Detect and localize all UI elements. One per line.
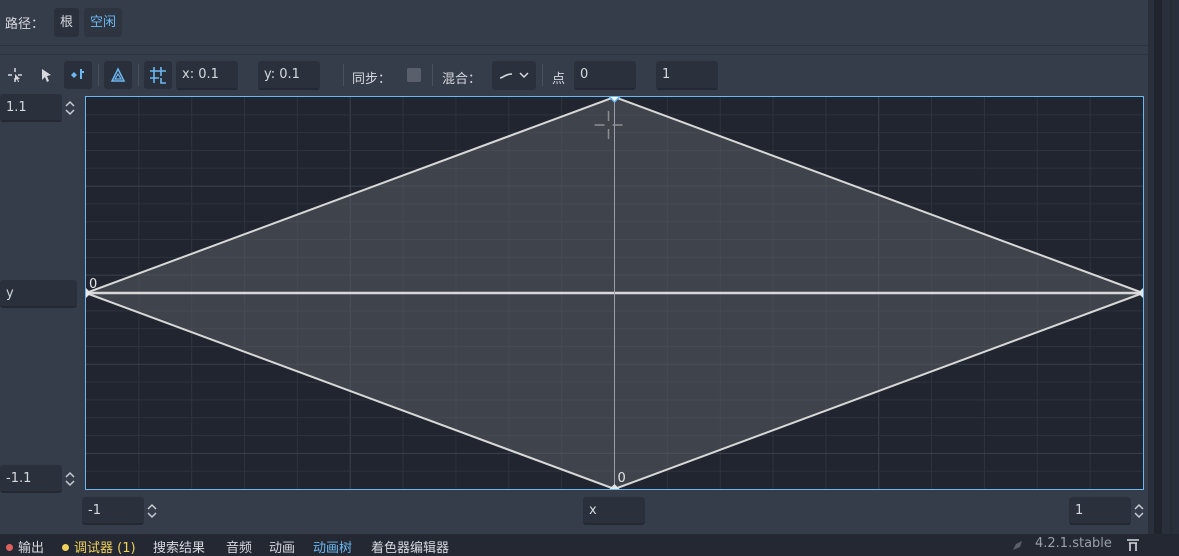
- tab-animation-tree[interactable]: 动画树: [313, 537, 352, 556]
- toolbar-separator: [343, 64, 344, 86]
- version-label: 4.2.1.stable: [1035, 536, 1112, 551]
- bottom-panel-tabs: 输出 调试器 (1) 搜索结果 音频 动画 动画树 着色器编辑器 4.2.1.s…: [0, 534, 1179, 556]
- sync-checkbox[interactable]: [407, 68, 421, 82]
- error-dot-icon: [6, 544, 13, 551]
- min-x-field[interactable]: -1: [82, 497, 144, 525]
- update-spinner-icon: [1013, 541, 1022, 550]
- snap-grid-icon[interactable]: [144, 61, 172, 89]
- sync-label: 同步：: [352, 72, 392, 87]
- min-x-spin-arrows[interactable]: [147, 502, 157, 520]
- max-y-field[interactable]: 1.1: [0, 94, 62, 122]
- max-x-spin-arrows[interactable]: [1134, 502, 1144, 520]
- min-y-spin-arrows[interactable]: [65, 470, 75, 488]
- side-dock-gutter: [1148, 0, 1179, 534]
- tab-debugger[interactable]: 调试器 (1): [62, 537, 136, 556]
- blend-toolbar: x: 0.1 y: 0.1 同步： 混合： 点 0 1: [0, 60, 1148, 144]
- path-crumb-root[interactable]: 根: [54, 8, 80, 37]
- create-triangles-icon[interactable]: [104, 61, 132, 89]
- blend-point: [1138, 288, 1143, 298]
- point-index-field[interactable]: 0: [574, 61, 636, 90]
- side-scrollbar[interactable]: [1154, 0, 1162, 534]
- blend-label: 混合：: [442, 72, 482, 87]
- y-axis-name-field[interactable]: y: [0, 280, 77, 308]
- blend-space-plot[interactable]: 00: [86, 97, 1143, 489]
- toolbar-separator: [98, 64, 99, 86]
- blend-point-label: 0: [618, 471, 626, 486]
- create-points-icon[interactable]: [64, 61, 92, 89]
- toolbar-separator: [138, 64, 139, 86]
- blend-space-canvas[interactable]: 00: [85, 96, 1144, 490]
- max-x-field[interactable]: 1: [1069, 497, 1131, 525]
- dock-divider: [1170, 0, 1172, 534]
- x-axis-name-field[interactable]: x: [583, 497, 645, 525]
- snap-y-field[interactable]: y: 0.1: [258, 61, 320, 90]
- blend-point-label: 0: [89, 277, 97, 292]
- select-points-icon[interactable]: [1, 61, 29, 89]
- path-label: 路径：: [5, 17, 45, 32]
- path-crumb-idle[interactable]: 空闲: [84, 8, 123, 37]
- collapse-panel-icon[interactable]: [1126, 538, 1140, 552]
- tab-audio[interactable]: 音频: [226, 537, 252, 556]
- animation-tree-editor: 路径： 根 空闲 x: 0.1 y: 0.1 同步： 混合： 点 0 1 1.1…: [0, 0, 1148, 534]
- blend-curve-icon: [499, 72, 529, 79]
- tab-output[interactable]: 输出: [6, 537, 44, 556]
- toolbar-separator: [542, 64, 543, 86]
- divider: [0, 54, 1148, 55]
- max-y-spin-arrows[interactable]: [65, 99, 75, 117]
- select-cursor-icon[interactable]: [32, 61, 60, 89]
- tab-shader-editor[interactable]: 着色器编辑器: [371, 537, 449, 556]
- snap-x-field[interactable]: x: 0.1: [176, 61, 238, 90]
- path-bar: 路径： 根 空闲: [0, 0, 1148, 46]
- tab-search-results[interactable]: 搜索结果: [153, 537, 205, 556]
- point-value-field[interactable]: 1: [656, 61, 718, 90]
- warning-dot-icon: [62, 544, 69, 551]
- blend-mode-dropdown[interactable]: [492, 61, 536, 90]
- toolbar-separator: [432, 64, 433, 86]
- min-y-field[interactable]: -1.1: [0, 465, 62, 493]
- tab-animation[interactable]: 动画: [269, 537, 295, 556]
- point-label: 点: [552, 72, 566, 87]
